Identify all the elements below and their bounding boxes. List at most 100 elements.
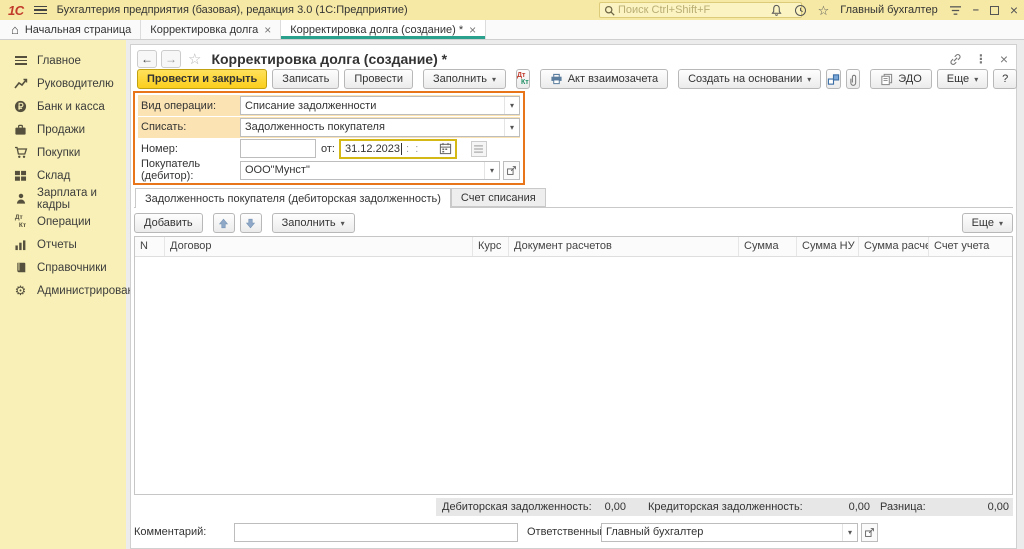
sidebar-item-warehouse[interactable]: Склад (0, 164, 126, 187)
total-value: 0,00 (605, 501, 626, 513)
sidebar-item-label: Продажи (37, 124, 85, 136)
close-window-icon[interactable]: × (1010, 3, 1018, 17)
more-menu-dots-icon[interactable]: ⋮ (975, 53, 987, 65)
column-header-rate[interactable]: Курс (473, 237, 509, 256)
number-date-row: Номер: от: 31.12.2023 : : (138, 138, 520, 159)
open-responsible-icon[interactable] (861, 523, 878, 542)
add-row-button[interactable]: Добавить (134, 213, 203, 233)
chevron-down-icon[interactable]: ▾ (504, 97, 519, 114)
sidebar-item-main[interactable]: Главное (0, 49, 126, 72)
button-label: Записать (282, 73, 329, 85)
create-based-on-button[interactable]: Создать на основании▾ (678, 69, 821, 89)
sidebar-item-bank-cash[interactable]: Банк и касса (0, 95, 126, 118)
column-header-settlement-amount[interactable]: Сумма расчетов (859, 237, 929, 256)
maximize-icon[interactable] (990, 6, 999, 15)
tab-debtor-debt[interactable]: Задолженность покупателя (дебиторская за… (135, 188, 451, 208)
settings-filter-icon[interactable] (949, 5, 962, 16)
minimize-icon[interactable]: – (973, 4, 979, 16)
operation-type-row: Вид операции: Списание задолженности ▾ (138, 95, 520, 116)
column-header-amount-nu[interactable]: Сумма НУ (797, 237, 859, 256)
grid-toolbar: Добавить Заполнить▾ Еще▾ (134, 212, 1013, 234)
attachments-button[interactable] (846, 69, 860, 89)
chevron-down-icon[interactable]: ▾ (484, 162, 499, 179)
related-documents-button[interactable] (826, 69, 841, 89)
notifications-bell-icon[interactable] (770, 4, 783, 17)
column-header-account[interactable]: Счет учета (929, 237, 1012, 256)
ruble-coin-icon (13, 100, 28, 113)
back-arrow-icon: ← (141, 52, 153, 66)
move-down-button[interactable] (240, 213, 262, 233)
back-button[interactable]: ← (137, 50, 157, 68)
titlebar-right: ☆ Главный бухгалтер – × (770, 0, 1018, 20)
debtor-select[interactable]: ООО"Мунст" ▾ (240, 161, 500, 180)
close-document-icon[interactable]: × (1000, 52, 1008, 66)
comment-input[interactable] (234, 523, 518, 542)
sidebar-item-salary-hr[interactable]: Зарплата и кадры (0, 187, 126, 210)
operation-type-select[interactable]: Списание задолженности ▾ (240, 96, 520, 115)
date-input[interactable]: 31.12.2023 : : (339, 139, 457, 159)
forward-button[interactable]: → (161, 50, 181, 68)
number-input[interactable] (240, 139, 316, 158)
open-item-icon[interactable] (503, 161, 520, 180)
sidebar-item-sales[interactable]: Продажи (0, 118, 126, 141)
grid-fill-button[interactable]: Заполнить▾ (272, 213, 355, 233)
post-and-close-button[interactable]: Провести и закрыть (137, 69, 267, 89)
history-icon[interactable] (794, 4, 807, 17)
tab-close-icon[interactable]: × (264, 24, 271, 36)
offset-act-button[interactable]: Акт взаимозачета (540, 69, 668, 89)
get-link-icon[interactable] (949, 53, 962, 66)
tab-home[interactable]: ⌂ Начальная страница (2, 20, 141, 39)
header-icons: ⋮ × (949, 52, 1008, 66)
column-header-n[interactable]: N (135, 237, 165, 256)
favorites-star-icon[interactable]: ☆ (818, 4, 830, 17)
fill-button[interactable]: Заполнить▾ (423, 69, 506, 89)
home-icon: ⌂ (11, 23, 19, 36)
chevron-down-icon: ▾ (999, 219, 1003, 228)
main-menu-icon[interactable] (34, 6, 47, 15)
chevron-down-icon: ▾ (807, 75, 811, 84)
grid-more-button[interactable]: Еще▾ (962, 213, 1013, 233)
time-placeholder: : : (406, 143, 418, 155)
toolbar-right-group: Еще▾ ? (937, 69, 1017, 89)
sidebar-item-label: Склад (37, 170, 70, 182)
chevron-down-icon[interactable]: ▾ (842, 524, 857, 541)
sidebar-item-purchases[interactable]: Покупки (0, 141, 126, 164)
sidebar-item-administration[interactable]: ⚙ Администрирование (0, 279, 126, 302)
current-user[interactable]: Главный бухгалтер (840, 4, 937, 16)
comment-label: Комментарий: (134, 526, 234, 538)
sidebar-item-manager[interactable]: Руководителю (0, 72, 126, 95)
button-label: Провести (354, 73, 403, 85)
edo-button[interactable]: ЭДО (870, 69, 932, 89)
button-label: ? (1002, 73, 1008, 85)
sidebar-item-operations[interactable]: ДтКт Операции (0, 210, 126, 233)
table-body-empty[interactable] (135, 257, 1012, 494)
debtor-value: ООО"Мунст" (245, 164, 310, 176)
total-label: Разница: (880, 501, 926, 513)
move-up-button[interactable] (213, 213, 235, 233)
sidebar-item-label: Банк и касса (37, 101, 105, 113)
tab-debt-adjustment[interactable]: Корректировка долга × (141, 20, 281, 39)
tab-label: Корректировка долга (150, 24, 258, 36)
post-button[interactable]: Провести (344, 69, 413, 89)
favorite-star-icon[interactable]: ☆ (188, 52, 201, 67)
forward-arrow-icon: → (165, 52, 177, 66)
tab-debt-adjustment-new[interactable]: Корректировка долга (создание) * × (281, 20, 486, 39)
write-off-select[interactable]: Задолженность покупателя ▾ (240, 118, 520, 137)
book-icon (13, 261, 28, 274)
tab-write-off-account[interactable]: Счет списания (451, 188, 546, 207)
set-time-list-icon[interactable] (471, 141, 487, 157)
column-header-contract[interactable]: Договор (165, 237, 473, 256)
more-button[interactable]: Еще▾ (937, 69, 988, 89)
sidebar-item-reports[interactable]: Отчеты (0, 233, 126, 256)
chevron-down-icon[interactable]: ▾ (504, 119, 519, 136)
show-postings-button[interactable]: ДтКт (516, 69, 530, 89)
calendar-icon[interactable] (439, 142, 452, 155)
tab-close-icon[interactable]: × (469, 24, 476, 36)
save-button[interactable]: Записать (272, 69, 339, 89)
help-button[interactable]: ? (993, 69, 1017, 89)
column-header-settlement-document[interactable]: Документ расчетов (509, 237, 739, 256)
responsible-select[interactable]: Главный бухгалтер ▾ (601, 523, 858, 542)
gear-icon: ⚙ (13, 284, 28, 297)
column-header-amount[interactable]: Сумма (739, 237, 797, 256)
sidebar-item-directories[interactable]: Справочники (0, 256, 126, 279)
